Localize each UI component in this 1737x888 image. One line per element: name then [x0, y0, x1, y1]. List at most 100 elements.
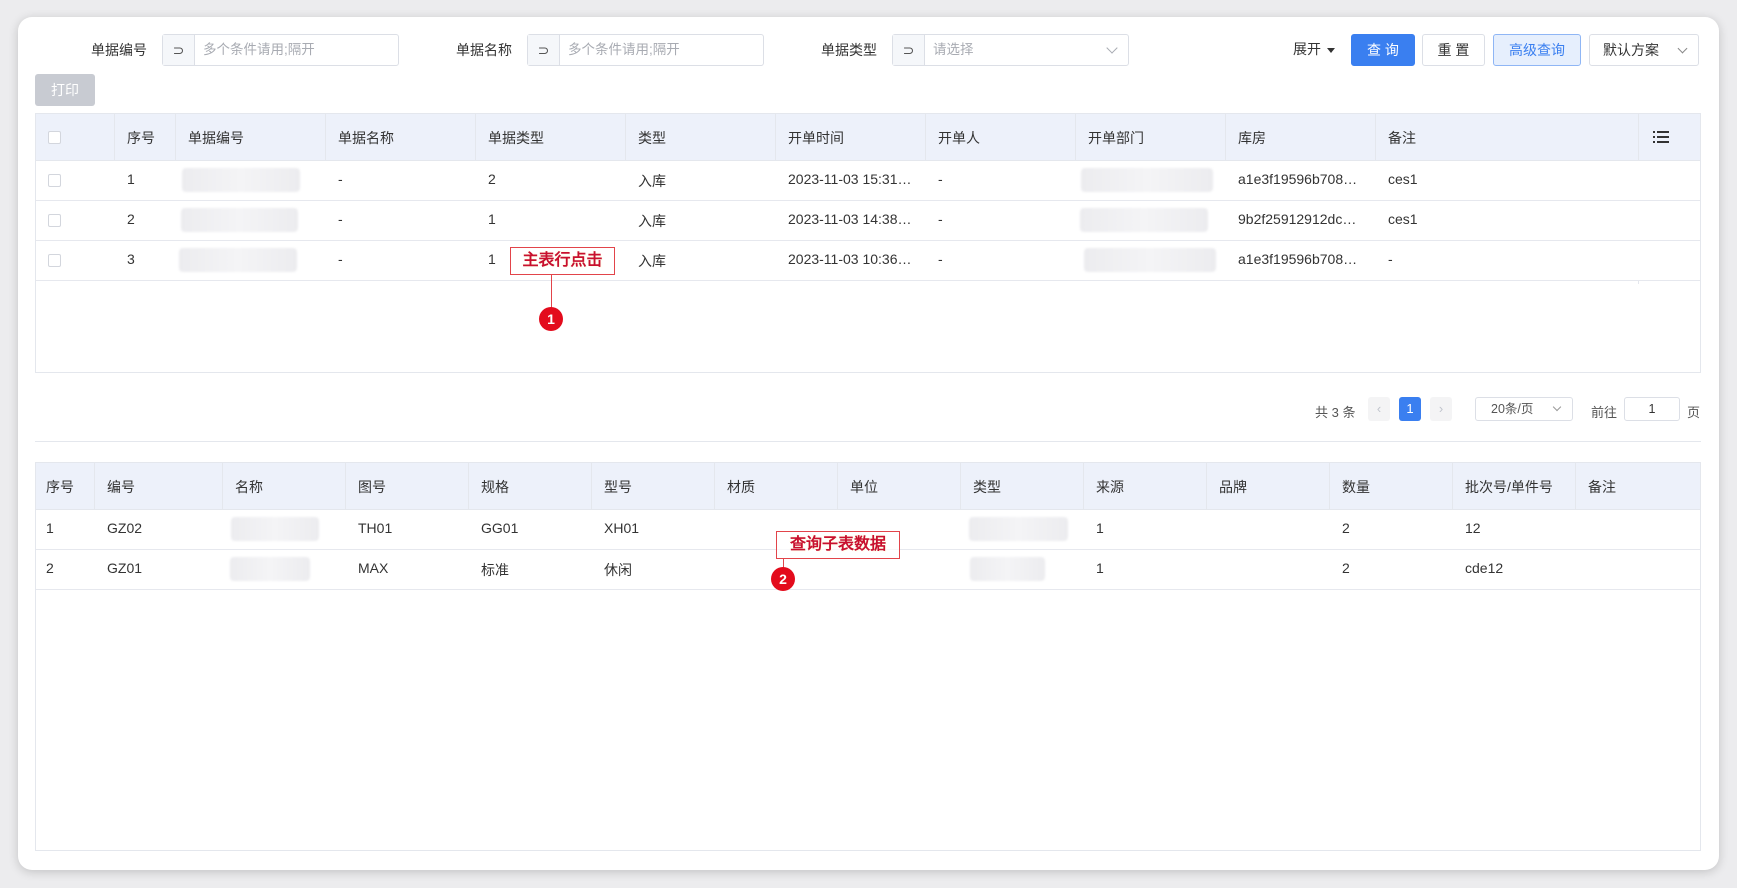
doc-name-input[interactable]: ⊃ 多个条件请用;隔开 — [527, 34, 764, 66]
row-creator: - — [938, 251, 943, 267]
redacted-name — [231, 517, 319, 541]
divider — [1375, 114, 1376, 161]
redacted-type — [970, 557, 1045, 581]
expand-button[interactable]: 展开 — [1286, 34, 1342, 66]
row-index: 2 — [46, 560, 54, 576]
row-checkbox[interactable] — [48, 214, 61, 227]
header-model: 型号 — [604, 479, 632, 495]
row-doc-type: 2 — [488, 171, 496, 187]
main-table: 序号 单据编号 单据名称 单据类型 类型 开单时间 开单人 开单部门 库房 备注 — [35, 113, 1701, 373]
row-doc-name: - — [338, 211, 343, 227]
row-quantity: 2 — [1342, 520, 1350, 536]
divider — [1083, 463, 1084, 510]
row-index: 1 — [127, 171, 135, 187]
page-size-select[interactable]: 20条/页 — [1475, 397, 1573, 421]
doc-name-placeholder: 多个条件请用;隔开 — [568, 42, 680, 57]
row-code: GZ01 — [107, 560, 143, 576]
doc-code-input[interactable]: ⊃ 多个条件请用;隔开 — [162, 34, 399, 66]
annotation-marker-2: 2 — [771, 567, 795, 591]
header-spec: 规格 — [481, 479, 509, 495]
row-warehouse: 9b2f25912912dc… — [1238, 211, 1357, 227]
annotation-marker-1: 1 — [539, 307, 563, 331]
chevron-down-icon — [1677, 43, 1688, 54]
divider — [114, 114, 115, 161]
app-window: 单据编号 ⊃ 多个条件请用;隔开 单据名称 ⊃ 多个条件请用;隔开 单据类型 ⊃… — [18, 17, 1719, 870]
row-remark: ces1 — [1388, 211, 1418, 227]
doc-type-select[interactable]: ⊃ 请选择 — [892, 34, 1129, 66]
row-remark: ces1 — [1388, 171, 1418, 187]
page-size-label: 20条/页 — [1491, 402, 1534, 416]
redacted-type — [969, 517, 1068, 541]
doc-code-label: 单据编号 — [91, 42, 147, 58]
query-button[interactable]: 查 询 — [1351, 34, 1415, 66]
advanced-query-button[interactable]: 高级查询 — [1493, 34, 1581, 66]
header-remark: 备注 — [1388, 130, 1416, 146]
next-page-button[interactable]: › — [1430, 397, 1452, 421]
row-batch: 12 — [1465, 520, 1481, 536]
print-button[interactable]: 打印 — [35, 74, 95, 106]
divider — [1329, 463, 1330, 510]
row-spec: GG01 — [481, 520, 519, 536]
column-settings-icon[interactable] — [1653, 131, 1669, 143]
prev-page-button[interactable]: ‹ — [1368, 397, 1390, 421]
reset-button[interactable]: 重 置 — [1422, 34, 1485, 66]
row-spec: 标准 — [481, 562, 509, 578]
header-quantity: 数量 — [1342, 479, 1370, 495]
page-1-button[interactable]: 1 — [1399, 397, 1421, 421]
row-index: 2 — [127, 211, 135, 227]
divider — [175, 114, 176, 161]
caret-down-icon — [1327, 47, 1335, 53]
contains-operator[interactable]: ⊃ — [163, 35, 195, 65]
table-row[interactable]: 1 - 2 入库 2023-11-03 15:31… - a1e3f19596b… — [36, 161, 1700, 201]
divider — [468, 463, 469, 510]
row-checkbox[interactable] — [48, 174, 61, 187]
goto-page-input[interactable]: 1 — [1624, 397, 1680, 421]
redacted-doc-code — [182, 168, 300, 192]
header-unit: 单位 — [850, 479, 878, 495]
row-source: 1 — [1096, 520, 1104, 536]
divider — [1075, 114, 1076, 161]
contains-operator[interactable]: ⊃ — [893, 35, 925, 65]
row-warehouse: a1e3f19596b708… — [1238, 171, 1358, 187]
redacted-department — [1084, 248, 1216, 272]
row-checkbox[interactable] — [48, 254, 61, 267]
scheme-label: 默认方案 — [1603, 42, 1659, 58]
header-index: 序号 — [46, 479, 74, 495]
page-suffix: 页 — [1687, 405, 1701, 420]
row-type: 入库 — [638, 213, 666, 229]
row-doc-type: 1 — [488, 211, 496, 227]
divider — [1452, 463, 1453, 510]
row-drawing: TH01 — [358, 520, 393, 536]
header-batch: 批次号/单件号 — [1465, 479, 1553, 495]
row-doc-type: 1 — [488, 251, 496, 267]
header-warehouse: 库房 — [1238, 130, 1266, 146]
doc-type-placeholder: 请选择 — [933, 42, 974, 57]
row-create-time: 2023-11-03 14:38… — [788, 211, 912, 227]
divider — [222, 463, 223, 510]
annotation-query-sub-label: 查询子表数据 — [776, 531, 900, 559]
row-doc-name: - — [338, 251, 343, 267]
row-drawing: MAX — [358, 560, 389, 576]
header-type: 类型 — [638, 130, 666, 146]
table-row[interactable]: 3 - 1 入库 2023-11-03 10:36… - a1e3f19596b… — [36, 241, 1700, 281]
header-index: 序号 — [127, 130, 155, 146]
header-source: 来源 — [1096, 479, 1124, 495]
doc-type-label: 单据类型 — [821, 42, 877, 58]
scheme-select[interactable]: 默认方案 — [1589, 34, 1699, 66]
row-doc-name: - — [338, 171, 343, 187]
row-quantity: 2 — [1342, 560, 1350, 576]
chevron-down-icon — [1106, 42, 1118, 54]
select-all-checkbox[interactable] — [48, 131, 61, 144]
row-code: GZ02 — [107, 520, 143, 536]
contains-operator[interactable]: ⊃ — [528, 35, 560, 65]
table-row[interactable]: 2 - 1 入库 2023-11-03 14:38… - 9b2f2591291… — [36, 201, 1700, 241]
sub-table-header: 序号 编号 名称 图号 规格 型号 材质 单位 类型 来源 品牌 数量 批次号/… — [36, 463, 1700, 510]
header-brand: 品牌 — [1219, 479, 1247, 495]
divider — [591, 463, 592, 510]
expand-label: 展开 — [1293, 41, 1321, 57]
header-code: 编号 — [107, 479, 135, 495]
row-remark: - — [1388, 251, 1393, 267]
goto-label: 前往 — [1591, 405, 1618, 420]
header-doc-name: 单据名称 — [338, 130, 394, 146]
row-creator: - — [938, 171, 943, 187]
